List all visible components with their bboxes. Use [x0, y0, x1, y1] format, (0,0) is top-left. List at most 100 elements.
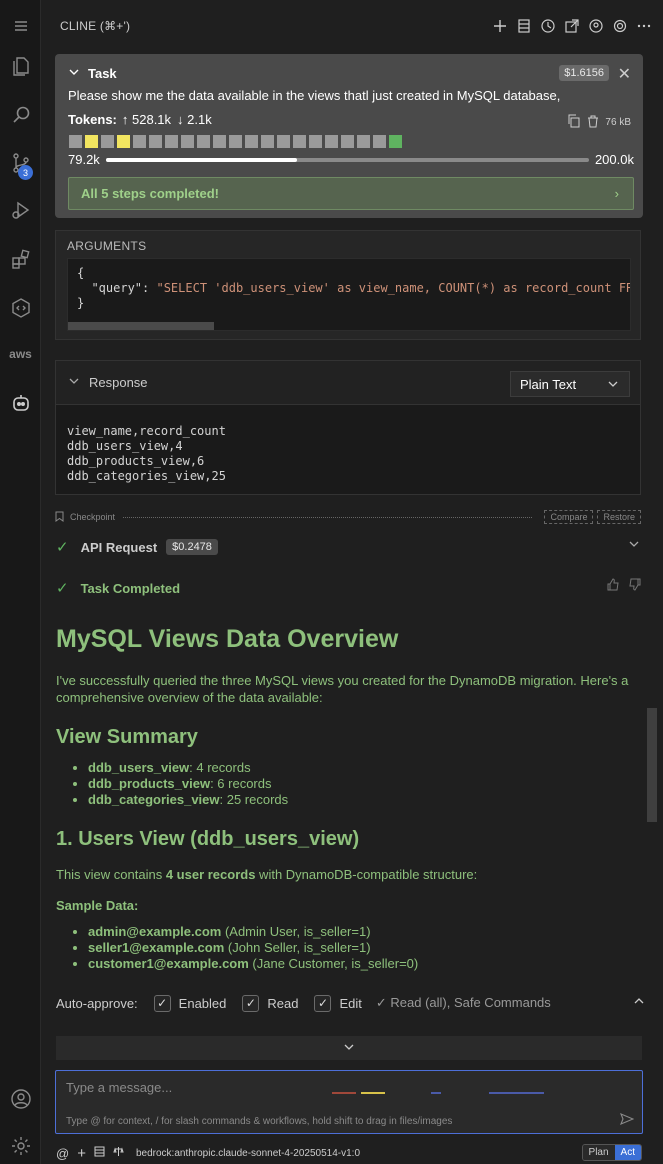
tokens-label: Tokens: — [68, 112, 117, 127]
completion-content: MySQL Views Data Overview I've successfu… — [56, 620, 636, 972]
plan-mode-button[interactable]: Plan — [582, 1145, 615, 1160]
run-debug-icon[interactable] — [0, 192, 41, 228]
popout-icon[interactable] — [563, 16, 581, 36]
list-item: admin@example.com (Admin User, is_seller… — [88, 924, 636, 940]
response-label: Response — [89, 375, 148, 390]
compare-button[interactable]: Compare — [544, 510, 594, 524]
thumbs-down-icon[interactable] — [628, 578, 641, 594]
new-task-icon[interactable] — [491, 16, 509, 36]
chevron-down-icon — [342, 1040, 356, 1057]
arguments-code[interactable]: { "query": "SELECT 'ddb_users_view' as v… — [67, 258, 631, 331]
message-input[interactable]: Type a message... Type @ for context, / … — [55, 1070, 643, 1134]
summary-list: ddb_users_view: 4 records ddb_products_v… — [56, 760, 636, 808]
copy-icon[interactable] — [567, 114, 581, 131]
restore-button[interactable]: Restore — [597, 510, 641, 524]
chevron-down-icon[interactable] — [68, 66, 82, 81]
expand-bar[interactable] — [56, 1036, 642, 1060]
checkpoint-squares — [69, 135, 402, 148]
mcp-servers-icon[interactable] — [515, 16, 533, 36]
checkpoint-label: Checkpoint — [70, 512, 116, 522]
chevron-up-icon[interactable] — [632, 994, 646, 1011]
chevron-right-icon: › — [614, 186, 619, 201]
feedback-actions — [607, 578, 641, 594]
send-icon[interactable] — [620, 1112, 635, 1129]
remote-explorer-icon[interactable] — [0, 290, 41, 326]
task-text: Please show me the data available in the… — [68, 88, 561, 103]
act-mode-button[interactable]: Act — [614, 1145, 641, 1160]
scm-badge: 3 — [18, 165, 33, 180]
code-value: "SELECT 'ddb_users_view' as view_name, C… — [156, 281, 631, 295]
response-panel: Response Plain Text view_name,record_cou… — [55, 360, 641, 495]
extensions-icon[interactable] — [0, 242, 41, 278]
edit-label: Edit — [339, 995, 362, 1011]
list-item: seller1@example.com (John Seller, is_sel… — [88, 940, 636, 956]
code-key: "query" — [91, 281, 143, 295]
auto-approve-row[interactable]: Auto-approve: ✓ Enabled ✓ Read ✓ Edit ✓ Rea… — [56, 992, 646, 1014]
tokens-in: ↑ 528.1k — [121, 112, 172, 127]
input-footer: @ + bedrock:anthropic.claude-sonnet-4-20… — [56, 1144, 646, 1162]
explorer-icon[interactable] — [0, 48, 41, 84]
settings-gear-icon[interactable] — [0, 1128, 41, 1164]
format-select[interactable]: Plain Text — [510, 371, 630, 397]
account-circle-icon[interactable] — [587, 16, 605, 36]
list-item: ddb_users_view: 4 records — [88, 760, 636, 776]
check-icon: ✓ — [56, 539, 69, 556]
vertical-scrollbar[interactable] — [647, 708, 657, 822]
chevron-down-icon[interactable] — [627, 537, 641, 554]
auto-approve-extra: ✓ Read (all), Safe Commands — [375, 995, 551, 1010]
users-view-text: This view contains 4 user records with D… — [56, 867, 478, 882]
task-cost-badge: $1.6156 — [559, 65, 609, 81]
response-body: view_name,record_count ddb_users_view,4 … — [67, 424, 226, 483]
more-icon[interactable] — [635, 16, 653, 36]
context-progress-bar — [105, 157, 589, 162]
task-size: 76 kB — [605, 117, 631, 128]
edit-checkbox[interactable]: ✓ — [314, 994, 332, 1012]
server-icon[interactable] — [94, 1146, 105, 1160]
summary-heading: View Summary — [56, 726, 198, 748]
task-card: Task $1.6156 ✕ Please show me the data a… — [55, 54, 643, 218]
tokens-out: ↓ 2.1k — [177, 112, 212, 127]
users-view-heading: 1. Users View (ddb_users_view) — [56, 828, 360, 850]
close-task-icon[interactable]: ✕ — [618, 64, 631, 84]
search-icon[interactable] — [0, 97, 41, 133]
header-actions — [491, 16, 653, 36]
message-placeholder: Type a message... — [66, 1080, 173, 1095]
thumbs-up-icon[interactable] — [607, 578, 620, 594]
api-request-label: API Request — [80, 539, 158, 555]
message-hint: Type @ for context, / for slash commands… — [66, 1116, 453, 1127]
chevron-down-icon — [607, 378, 619, 393]
read-checkbox[interactable]: ✓ — [242, 994, 260, 1012]
task-label: Task — [88, 65, 117, 81]
auto-approve-label: Auto-approve: — [56, 995, 138, 1011]
source-control-icon[interactable]: 3 — [0, 145, 41, 181]
content-title: MySQL Views Data Overview — [56, 625, 399, 653]
plan-act-toggle[interactable]: Plan Act — [581, 1144, 642, 1161]
code-line-1: { — [77, 266, 85, 280]
history-icon[interactable] — [539, 16, 557, 36]
add-icon[interactable]: + — [77, 1145, 86, 1162]
model-icon[interactable] — [113, 1146, 124, 1160]
sample-list: admin@example.com (Admin User, is_seller… — [56, 924, 636, 972]
steps-completed-banner[interactable]: All 5 steps completed! › — [68, 177, 634, 210]
model-selector[interactable]: bedrock:anthropic.claude-sonnet-4-202505… — [136, 1148, 360, 1159]
delete-icon[interactable] — [587, 115, 599, 131]
at-mention-icon[interactable]: @ — [56, 1146, 69, 1161]
api-request-cost: $0.2478 — [166, 539, 218, 555]
content-intro: I've successfully queried the three MySQ… — [56, 673, 629, 705]
menu-icon[interactable] — [0, 8, 41, 44]
response-header[interactable]: Response Plain Text — [56, 361, 640, 405]
tokens-row: Tokens: ↑ 528.1k ↓ 2.1k — [68, 112, 630, 127]
code-colon: : — [142, 281, 157, 295]
settings-icon[interactable] — [611, 16, 629, 36]
aws-icon[interactable]: aws — [0, 336, 41, 372]
horizontal-scrollbar[interactable] — [68, 322, 214, 330]
read-label: Read — [267, 995, 299, 1011]
account-icon[interactable] — [0, 1081, 41, 1117]
checkpoint-row: Checkpoint Compare Restore — [55, 509, 641, 525]
enabled-checkbox[interactable]: ✓ — [153, 994, 171, 1012]
sample-data-label: Sample Data: — [56, 898, 139, 913]
arguments-panel: ARGUMENTS { "query": "SELECT 'ddb_users_… — [55, 230, 641, 340]
activity-bar: 3 aws — [0, 0, 41, 1164]
cline-icon[interactable] — [0, 385, 41, 421]
api-request-row[interactable]: ✓ API Request $0.2478 — [56, 537, 641, 557]
